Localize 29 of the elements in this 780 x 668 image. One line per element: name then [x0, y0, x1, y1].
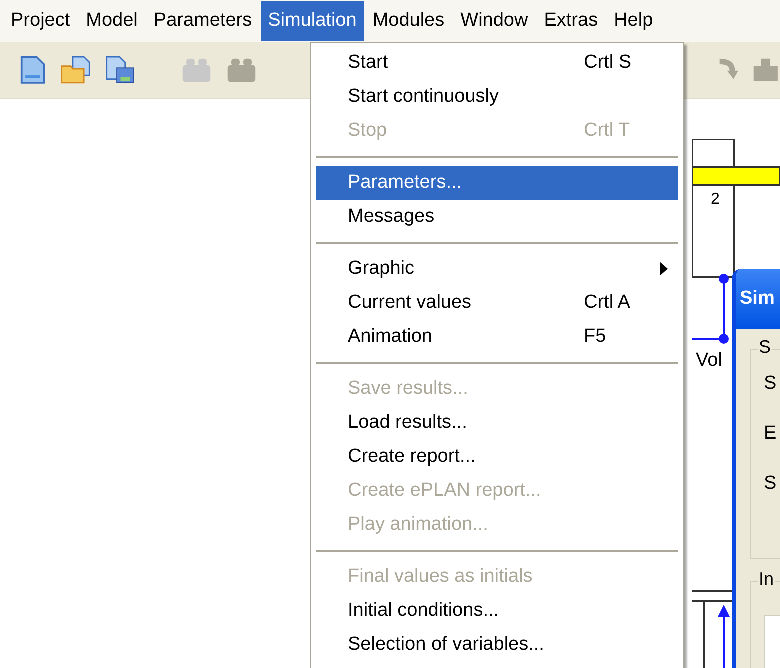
menu-title[interactable]: Window [454, 1, 536, 41]
brick-icon[interactable] [752, 56, 780, 84]
menu-item[interactable]: Messages [316, 200, 678, 234]
menu-title[interactable]: Simulation [261, 1, 364, 41]
signal-label: Vol [696, 350, 722, 372]
menu-item[interactable]: Selection of variables... [316, 628, 678, 662]
open-folder-icon[interactable] [60, 54, 92, 86]
menu-title[interactable]: Modules [366, 1, 452, 41]
menu-item[interactable]: Start continuously [316, 80, 678, 114]
submenu-arrow-icon [660, 262, 668, 276]
menu-item[interactable]: Load results... [316, 406, 678, 440]
menu-item[interactable]: Animation F5 [316, 320, 678, 354]
menu-item[interactable]: Create report... [316, 440, 678, 474]
port-label: 2 [711, 191, 720, 209]
menu-title[interactable]: Parameters [146, 1, 260, 41]
new-document-icon[interactable] [20, 54, 46, 86]
menu-item[interactable]: Current values Crtl A [316, 286, 678, 320]
field-label: S [764, 473, 777, 495]
field-label: E [764, 423, 777, 445]
menu-title[interactable]: Model [79, 1, 145, 41]
menu-item[interactable]: Parameters... [316, 166, 678, 200]
menu-item[interactable]: Graphic [316, 252, 678, 286]
dialog-title: Sim [736, 269, 780, 329]
save-icon[interactable] [105, 54, 137, 86]
menu-title[interactable]: Extras [537, 1, 606, 41]
menu-title[interactable]: Project [4, 1, 78, 41]
menu-title[interactable]: Help [607, 1, 660, 41]
field-label: S [764, 373, 777, 395]
menu-item[interactable]: Initial conditions... [316, 594, 678, 628]
